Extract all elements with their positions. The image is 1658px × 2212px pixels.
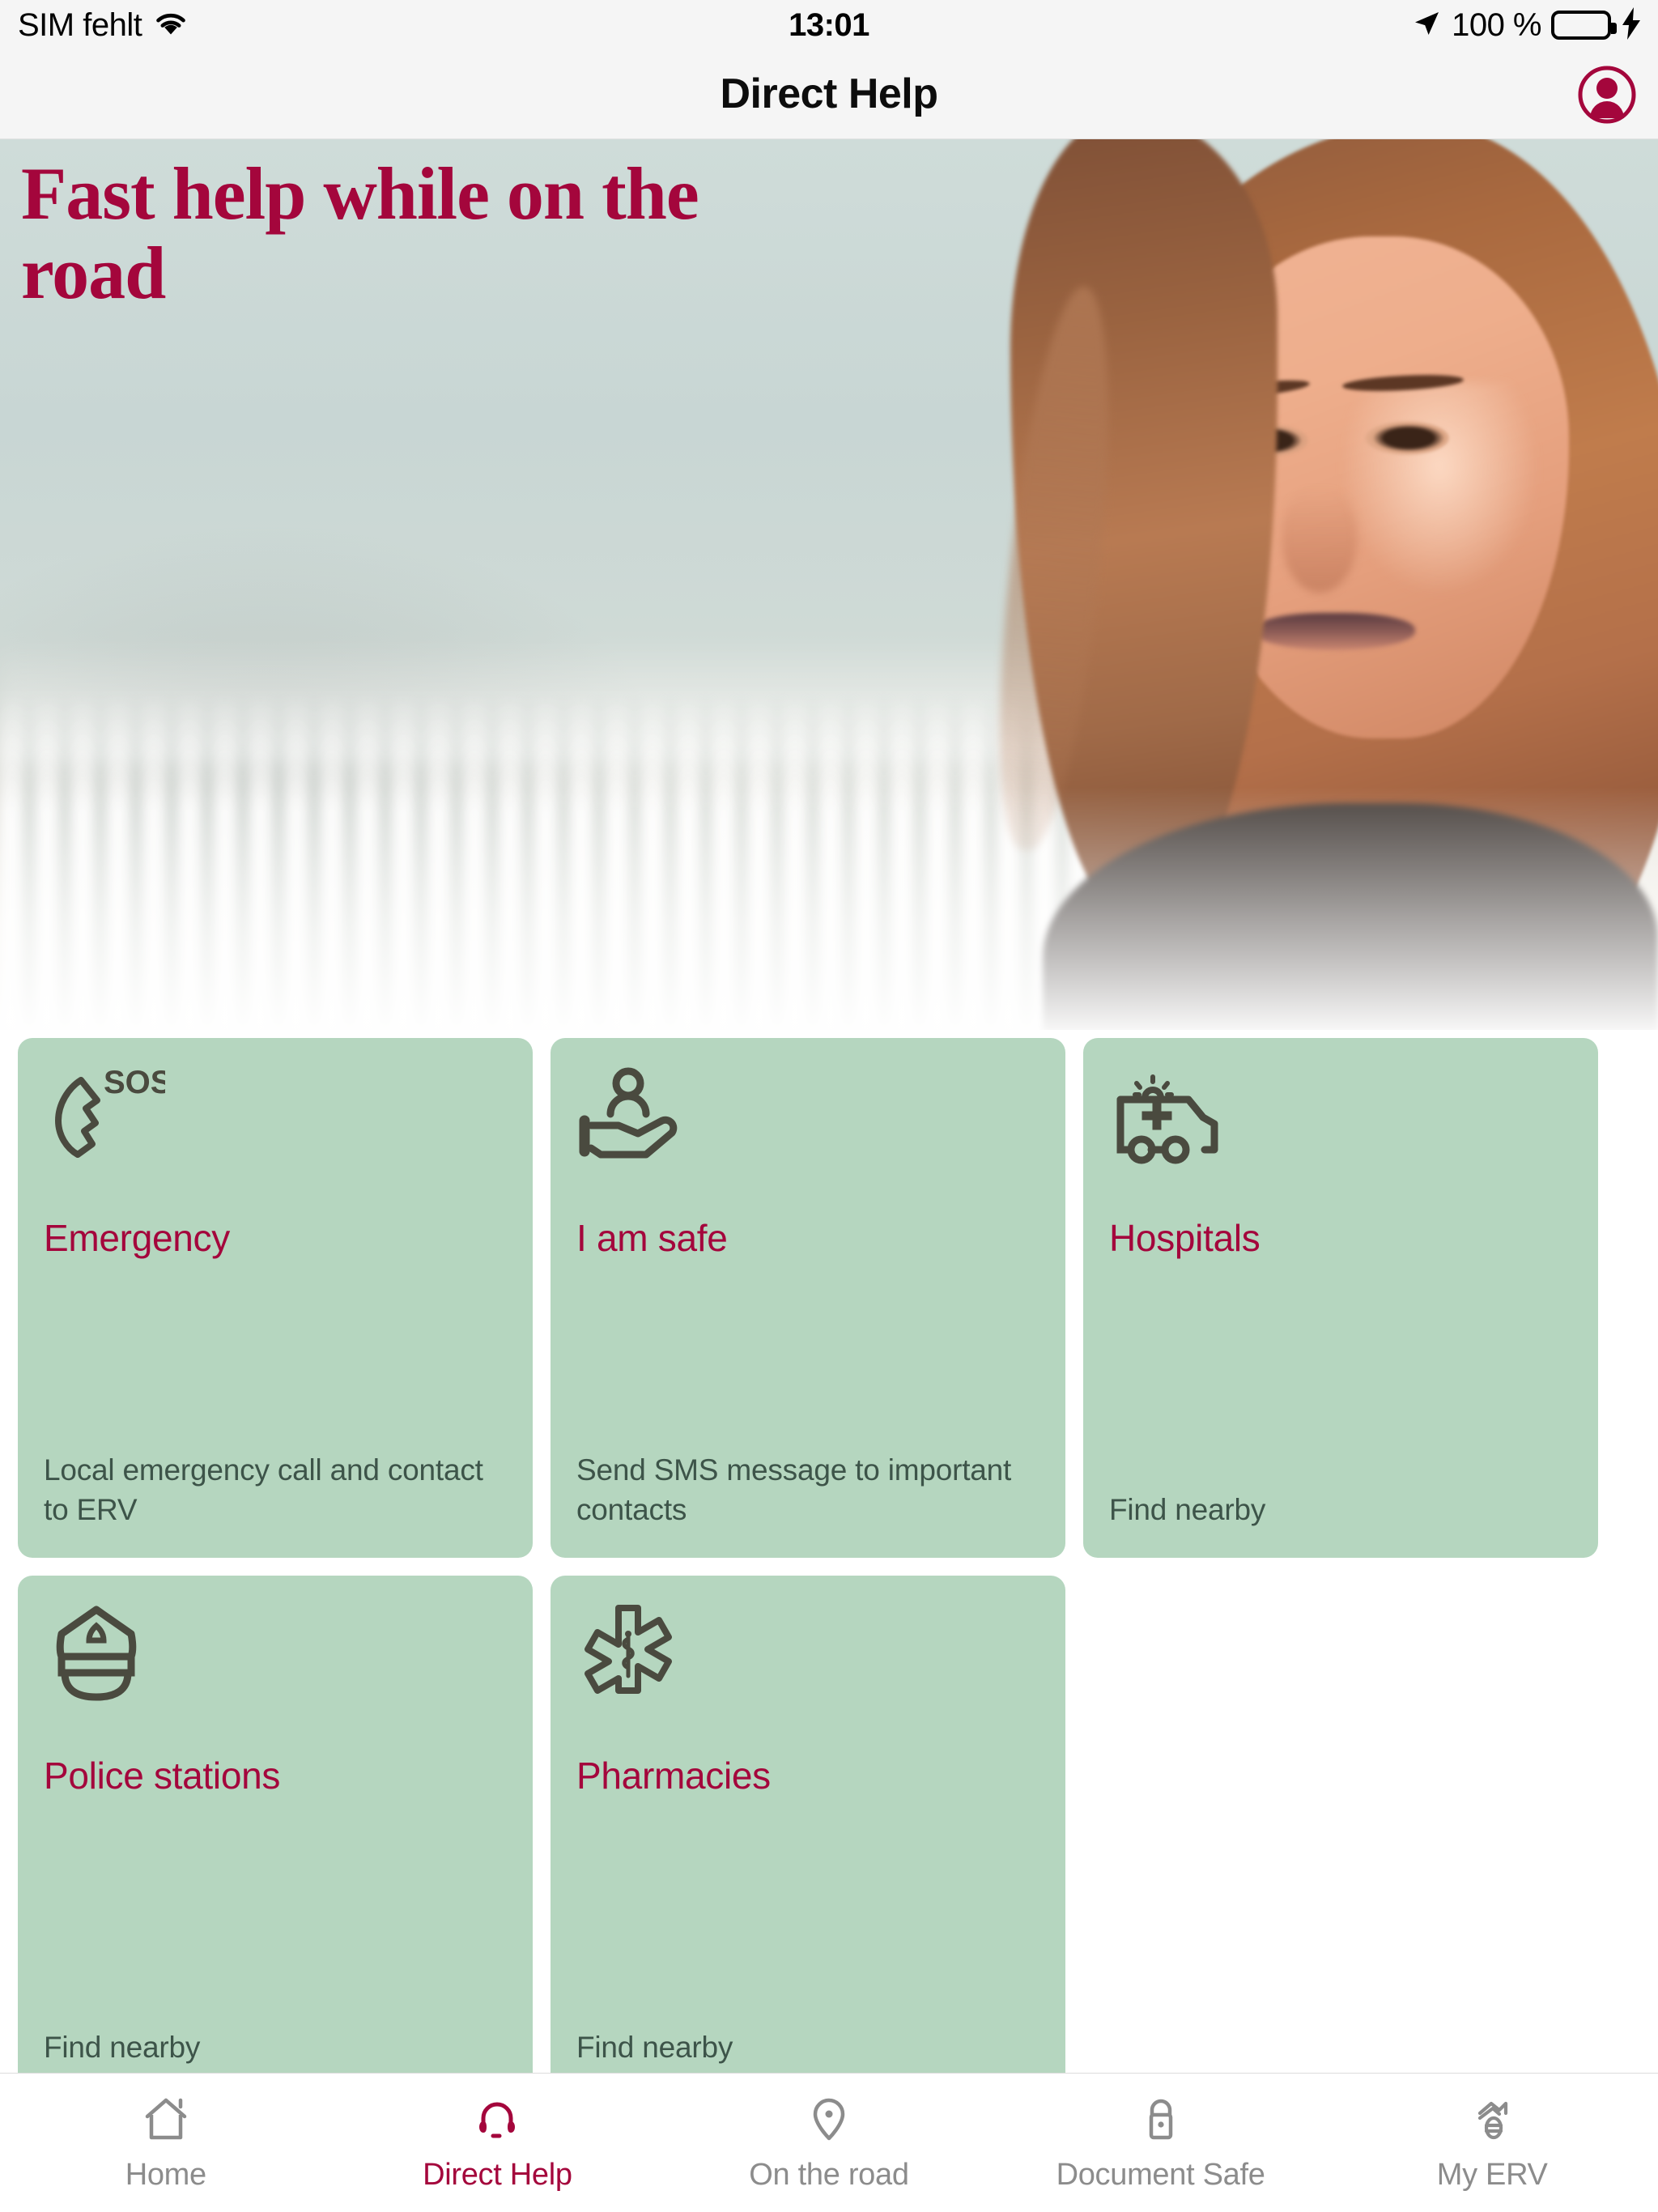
service-card-placeholder	[1083, 1576, 1598, 2073]
person-in-hand-icon	[576, 1066, 1039, 1172]
hero-headline: Fast help while on the road	[21, 152, 699, 315]
erv-logo-icon	[1469, 2093, 1516, 2145]
service-card-description: Local emergency call and contact to ERV	[44, 1453, 483, 1527]
padlock-icon	[1137, 2093, 1184, 2145]
service-card-title: I am safe	[576, 1217, 728, 1259]
service-card-hospitals[interactable]: Hospitals Find nearby	[1083, 1038, 1598, 1558]
service-card-police-stations[interactable]: Police stations Find nearby	[18, 1576, 533, 2073]
service-card-description: Find nearby	[576, 2031, 733, 2065]
nav-bar: Direct Help	[0, 50, 1658, 139]
service-card-description: Send SMS message to important contacts	[576, 1453, 1012, 1527]
tab-home[interactable]: Home	[0, 2074, 332, 2212]
hero-fade-overlay	[0, 787, 1658, 1030]
service-card-emergency[interactable]: SOS Emergency Local emergency call and c…	[18, 1038, 533, 1558]
user-avatar-icon[interactable]	[1577, 65, 1637, 125]
tab-label: Home	[125, 2158, 206, 2192]
clock-label: 13:01	[789, 6, 869, 43]
police-cap-icon	[44, 1603, 507, 1710]
service-card-title: Pharmacies	[576, 1755, 771, 1797]
service-card-pharmacies[interactable]: Pharmacies Find nearby	[551, 1576, 1065, 2073]
phone-sos-icon: SOS	[44, 1066, 507, 1172]
lightning-bolt-icon	[1621, 6, 1642, 44]
tab-label: My ERV	[1436, 2158, 1548, 2192]
service-card-title: Police stations	[44, 1755, 281, 1797]
tab-document-safe[interactable]: Document Safe	[995, 2074, 1327, 2212]
status-bar-right: 100 %	[1411, 6, 1642, 44]
map-pin-icon	[806, 2093, 852, 2145]
service-card-grid: SOS Emergency Local emergency call and c…	[18, 1038, 1640, 2073]
service-card-i-am-safe[interactable]: I am safe Send SMS message to important …	[551, 1038, 1065, 1558]
bottom-tab-bar: Home Direct Help On the road Document Sa…	[0, 2073, 1658, 2212]
tab-direct-help[interactable]: Direct Help	[332, 2074, 664, 2212]
tab-my-erv[interactable]: My ERV	[1326, 2074, 1658, 2212]
tab-label: On the road	[749, 2158, 909, 2192]
ambulance-icon	[1109, 1066, 1572, 1172]
battery-percent-label: 100 %	[1452, 6, 1541, 43]
tab-label: Direct Help	[423, 2158, 572, 2192]
card-grid-viewport: SOS Emergency Local emergency call and c…	[0, 1038, 1658, 2073]
tab-label: Document Safe	[1056, 2158, 1265, 2192]
battery-full-icon	[1551, 11, 1617, 40]
service-card-title: Hospitals	[1109, 1217, 1261, 1259]
hero-banner: Fast help while on the road	[0, 139, 1658, 1030]
status-bar: SIM fehlt 13:01 100 %	[0, 0, 1658, 50]
service-card-description: Find nearby	[1109, 1493, 1266, 1527]
headset-icon	[474, 2093, 521, 2145]
home-icon	[142, 2093, 189, 2145]
page-title: Direct Help	[720, 70, 938, 117]
location-arrow-icon	[1411, 8, 1442, 43]
service-card-title: Emergency	[44, 1217, 230, 1259]
service-card-description: Find nearby	[44, 2031, 201, 2065]
svg-text:SOS: SOS	[104, 1066, 165, 1100]
tab-on-the-road[interactable]: On the road	[663, 2074, 995, 2212]
star-of-life-icon	[576, 1603, 1039, 1710]
